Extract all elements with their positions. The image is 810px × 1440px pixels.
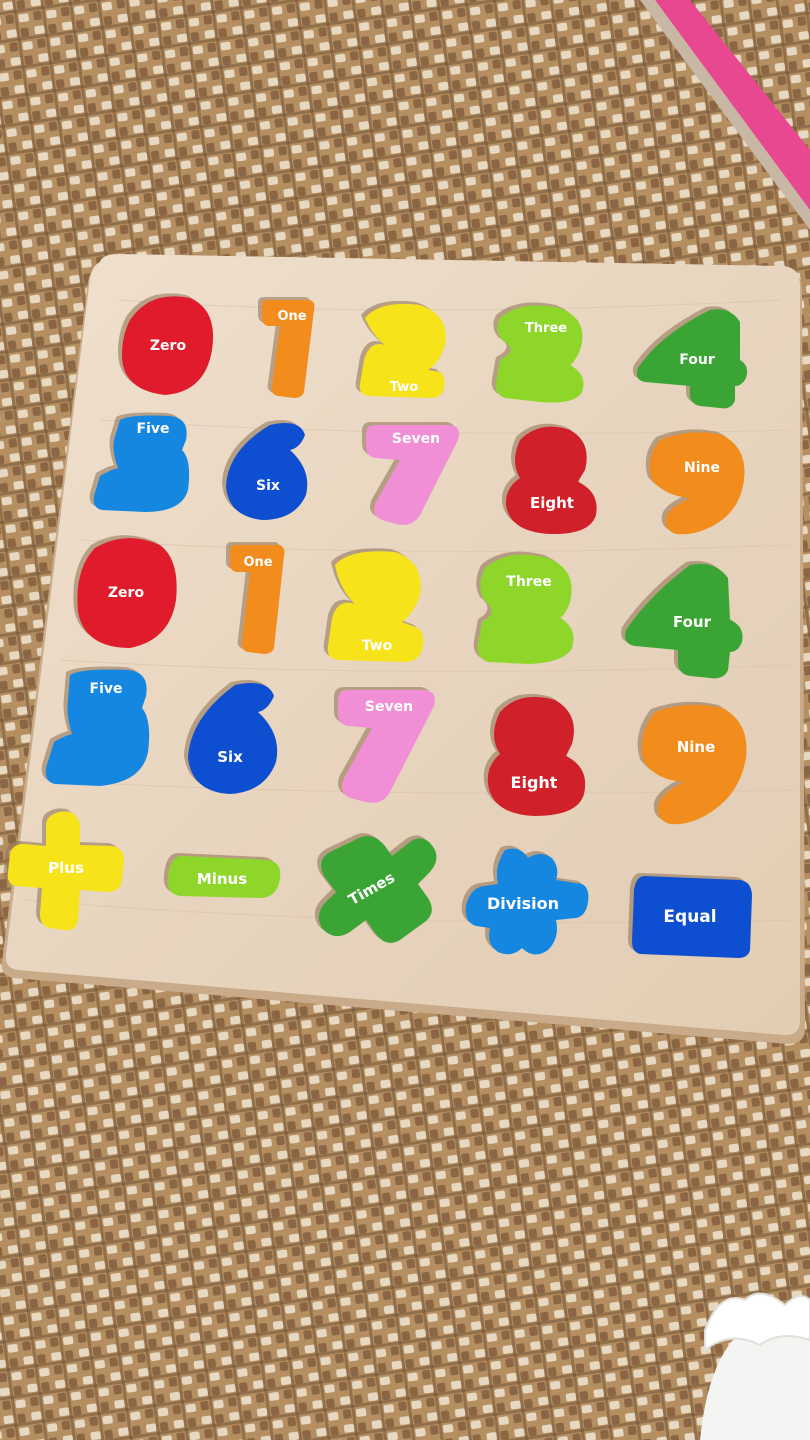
piece-nine-label: Nine xyxy=(684,460,720,476)
piece-eight-2-label: Eight xyxy=(511,773,558,792)
piece-eight-label: Eight xyxy=(530,494,574,512)
piece-two-2[interactable]: Two xyxy=(323,548,424,662)
piece-plus-label: Plus xyxy=(48,859,84,877)
piece-two-2-label: Two xyxy=(362,638,393,654)
piece-three-2-label: Three xyxy=(506,574,551,590)
piece-zero-label: Zero xyxy=(150,338,187,354)
piece-minus[interactable]: Minus xyxy=(163,853,281,898)
piece-two-label: Two xyxy=(390,380,418,395)
piece-equal[interactable]: Equal xyxy=(628,873,752,958)
piece-six-2-label: Six xyxy=(217,748,243,766)
piece-minus-label: Minus xyxy=(197,870,247,888)
piece-nine-2-label: Nine xyxy=(677,738,716,756)
piece-equal-label: Equal xyxy=(663,907,716,927)
piece-three[interactable]: Three xyxy=(491,302,584,403)
piece-one-label: One xyxy=(277,309,306,324)
piece-one-2-label: One xyxy=(243,555,272,570)
piece-four-label: Four xyxy=(679,352,715,368)
piece-seven-label: Seven xyxy=(392,431,440,447)
piece-zero-2-label: Zero xyxy=(108,585,145,601)
piece-three-label: Three xyxy=(525,321,567,336)
piece-times[interactable]: Times xyxy=(314,833,437,943)
piece-six-label: Six xyxy=(256,478,280,494)
piece-five-label: Five xyxy=(137,421,170,437)
photo-scene: Zero One Two Three Four Five Six Seven Eight Nine… xyxy=(0,0,810,1440)
piece-seven-2-label: Seven xyxy=(365,699,413,715)
piece-five-2-label: Five xyxy=(90,681,123,697)
piece-four-2-label: Four xyxy=(673,613,712,631)
piece-zero-2[interactable]: Zero xyxy=(73,535,177,648)
piece-three-2-shape xyxy=(477,554,574,664)
piece-two[interactable]: Two xyxy=(355,300,446,398)
piece-division-label: Division xyxy=(487,894,559,913)
piece-three-2[interactable]: Three xyxy=(473,551,574,664)
